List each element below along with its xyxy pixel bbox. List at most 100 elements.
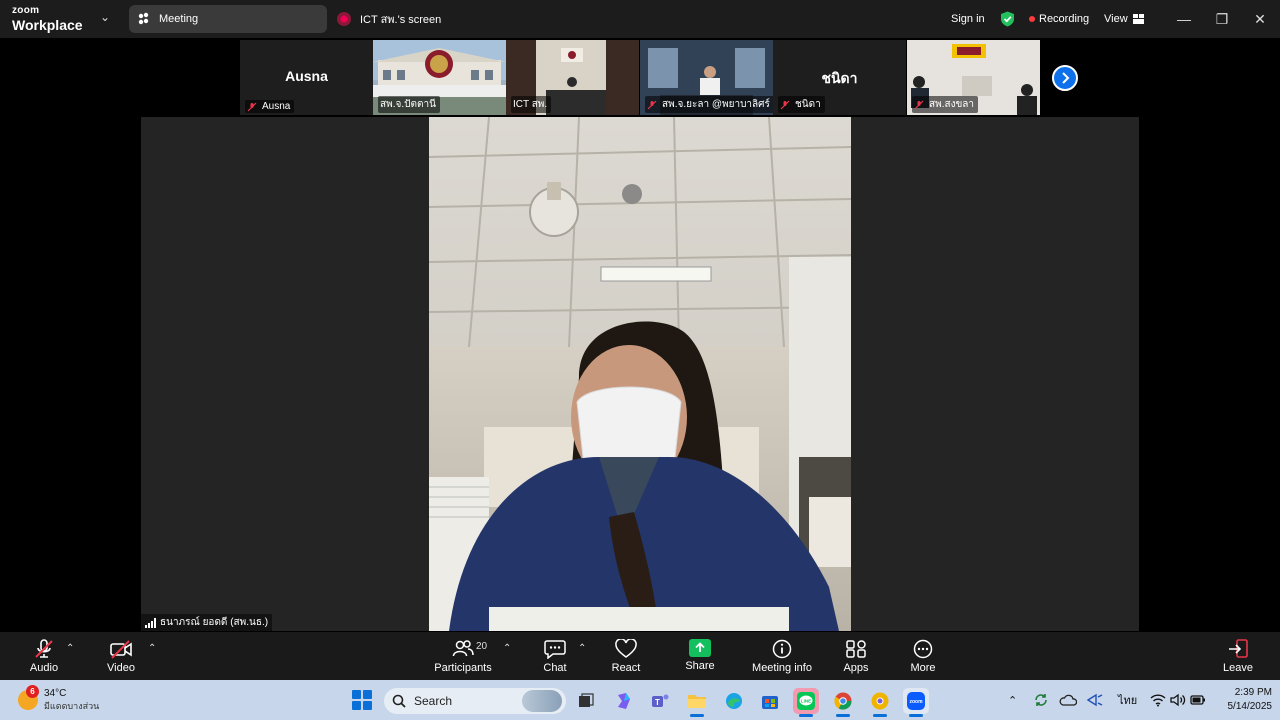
participant-name: ICT สพ. — [513, 99, 548, 110]
folder-icon — [688, 695, 706, 708]
leave-button[interactable]: Leave — [1220, 632, 1256, 680]
meeting-info-button[interactable]: Meeting info — [750, 632, 814, 680]
minimize-button[interactable]: — — [1165, 0, 1203, 38]
participant-tile-1[interactable]: Ausna Ausna — [240, 40, 373, 115]
taskbar-clock[interactable]: 2:39 PM 5/14/2025 — [1212, 686, 1273, 714]
weather-widget[interactable]: 6 34°C มีแดดบางส่วน — [18, 685, 99, 715]
audio-button[interactable]: Audio — [26, 632, 62, 680]
tab-meeting[interactable]: Meeting — [129, 5, 327, 33]
battery-icon[interactable] — [1190, 680, 1206, 720]
participant-name: Ausna — [262, 101, 291, 112]
camera-off-icon — [110, 640, 132, 659]
participant-tile-2[interactable]: สพ.จ.ปัตตานี — [373, 40, 506, 115]
share-screen-icon — [689, 639, 711, 657]
video-button[interactable]: Video — [103, 632, 139, 680]
file-explorer-app[interactable] — [684, 688, 710, 717]
teams-icon: T — [652, 694, 669, 707]
weather-temp: 34°C — [44, 687, 67, 699]
participant-name: สพ.จ.ปัตตานี — [380, 99, 436, 110]
start-button[interactable] — [352, 690, 372, 710]
participants-options-caret-icon[interactable]: ⌃ — [503, 643, 511, 654]
video-options-caret-icon[interactable]: ⌃ — [148, 643, 156, 654]
participant-tile-5[interactable]: ชนิดา ชนิดา — [773, 40, 906, 115]
edge-icon — [726, 693, 742, 709]
clock-date: 5/14/2025 — [1227, 701, 1273, 712]
search-highlight-icon — [522, 690, 562, 712]
mic-muted-icon — [780, 100, 790, 109]
meeting-info-label: Meeting info — [752, 662, 812, 674]
svg-text:T: T — [655, 698, 660, 707]
weather-desc: มีแดดบางส่วน — [44, 700, 100, 711]
weather-badge: 6 — [26, 685, 39, 698]
audio-label: Audio — [29, 662, 59, 674]
view-button[interactable]: View — [1104, 0, 1145, 38]
next-page-button[interactable] — [1052, 65, 1078, 91]
brand-zoom: zoom — [12, 5, 40, 16]
restore-button[interactable]: ❐ — [1203, 0, 1241, 38]
weather-sun-icon: 6 — [18, 685, 39, 710]
wifi-icon[interactable] — [1150, 680, 1166, 720]
chrome-app[interactable] — [830, 688, 856, 717]
participants-button[interactable]: Participants — [434, 632, 492, 680]
chevron-down-icon[interactable]: ⌄ — [100, 10, 110, 24]
copilot-app[interactable] — [611, 688, 637, 714]
participant-name-label: Ausna — [245, 100, 295, 113]
apps-button[interactable]: Apps — [838, 632, 874, 680]
leave-label: Leave — [1223, 662, 1253, 674]
language-indicator[interactable]: ไทย — [1118, 680, 1137, 720]
canary-browser-app[interactable] — [867, 688, 893, 717]
mic-muted-icon — [647, 100, 657, 109]
chat-label: Chat — [543, 662, 567, 674]
zoom-workplace-logo[interactable]: zoom Workplace — [12, 5, 83, 33]
active-speaker-video[interactable] — [429, 117, 851, 631]
title-bar: zoom Workplace ⌄ Meeting ICT สพ.'s scree… — [0, 0, 1280, 38]
microphone-muted-icon — [35, 639, 53, 658]
speaker-video-frame — [429, 117, 851, 631]
participant-big-name: ชนิดา — [821, 70, 858, 86]
encryption-shield-icon[interactable] — [1000, 0, 1015, 38]
store-app[interactable] — [757, 688, 783, 714]
chat-icon — [544, 640, 566, 659]
participant-tile-4[interactable]: สพ.จ.ยะลา @พยาบาลิศร์ ร้า... — [640, 40, 773, 115]
chat-options-caret-icon[interactable]: ⌃ — [578, 643, 586, 654]
volume-icon[interactable] — [1170, 680, 1186, 720]
taskbar-search[interactable]: Search — [384, 688, 566, 714]
more-label: More — [910, 662, 936, 674]
meet-now-tray-icon[interactable] — [1086, 680, 1104, 720]
recording-indicator[interactable]: Recording — [1029, 0, 1089, 38]
active-speaker-name: ธนาภรณ์ ยอดดี (สพ.นธ.) — [160, 617, 269, 628]
participant-name: สพ.จ.ยะลา @พยาบาลิศร์ ร้า... — [662, 99, 773, 110]
close-button[interactable]: ✕ — [1241, 0, 1279, 38]
sign-in-link[interactable]: Sign in — [951, 0, 985, 38]
recording-label: Recording — [1039, 13, 1090, 25]
zoom-icon: zoom — [907, 692, 925, 710]
participant-tile-3[interactable]: ICT สพ. — [506, 40, 639, 115]
show-hidden-icons-button[interactable]: ⌃ — [1008, 680, 1017, 720]
apps-label: Apps — [843, 662, 869, 674]
more-button[interactable]: More — [905, 632, 941, 680]
copilot-icon — [618, 693, 630, 709]
line-app[interactable]: LINE — [793, 688, 819, 717]
mic-muted-icon — [247, 102, 257, 111]
zoom-app[interactable]: zoom — [903, 688, 929, 717]
chat-button[interactable]: Chat — [540, 632, 570, 680]
share-button[interactable]: Share — [682, 632, 718, 680]
participant-name-label: สพ.จ.ยะลา @พยาบาลิศร์ ร้า... — [645, 96, 773, 113]
onedrive-tray-icon[interactable] — [1059, 680, 1077, 720]
participant-name-label: ICT สพ. — [511, 96, 552, 113]
store-icon — [762, 696, 778, 709]
windows-taskbar: 6 34°C มีแดดบางส่วน Search T LINE zoom ⌃… — [0, 680, 1280, 720]
heart-icon — [615, 639, 637, 658]
participant-big-name: Ausna — [285, 68, 328, 84]
react-button[interactable]: React — [608, 632, 644, 680]
participant-name: ชนิดา — [795, 99, 821, 110]
participant-tile-6[interactable]: สพ.สงขลา — [907, 40, 1040, 115]
brand-workplace: Workplace — [12, 17, 83, 33]
sync-tray-icon[interactable] — [1033, 680, 1049, 720]
audio-options-caret-icon[interactable]: ⌃ — [66, 643, 74, 654]
task-view-button[interactable] — [573, 688, 599, 714]
info-icon — [772, 639, 792, 659]
teams-app[interactable]: T — [647, 688, 673, 714]
edge-app[interactable] — [721, 688, 747, 714]
tab-shared-screen[interactable]: ICT สพ.'s screen — [334, 5, 484, 33]
